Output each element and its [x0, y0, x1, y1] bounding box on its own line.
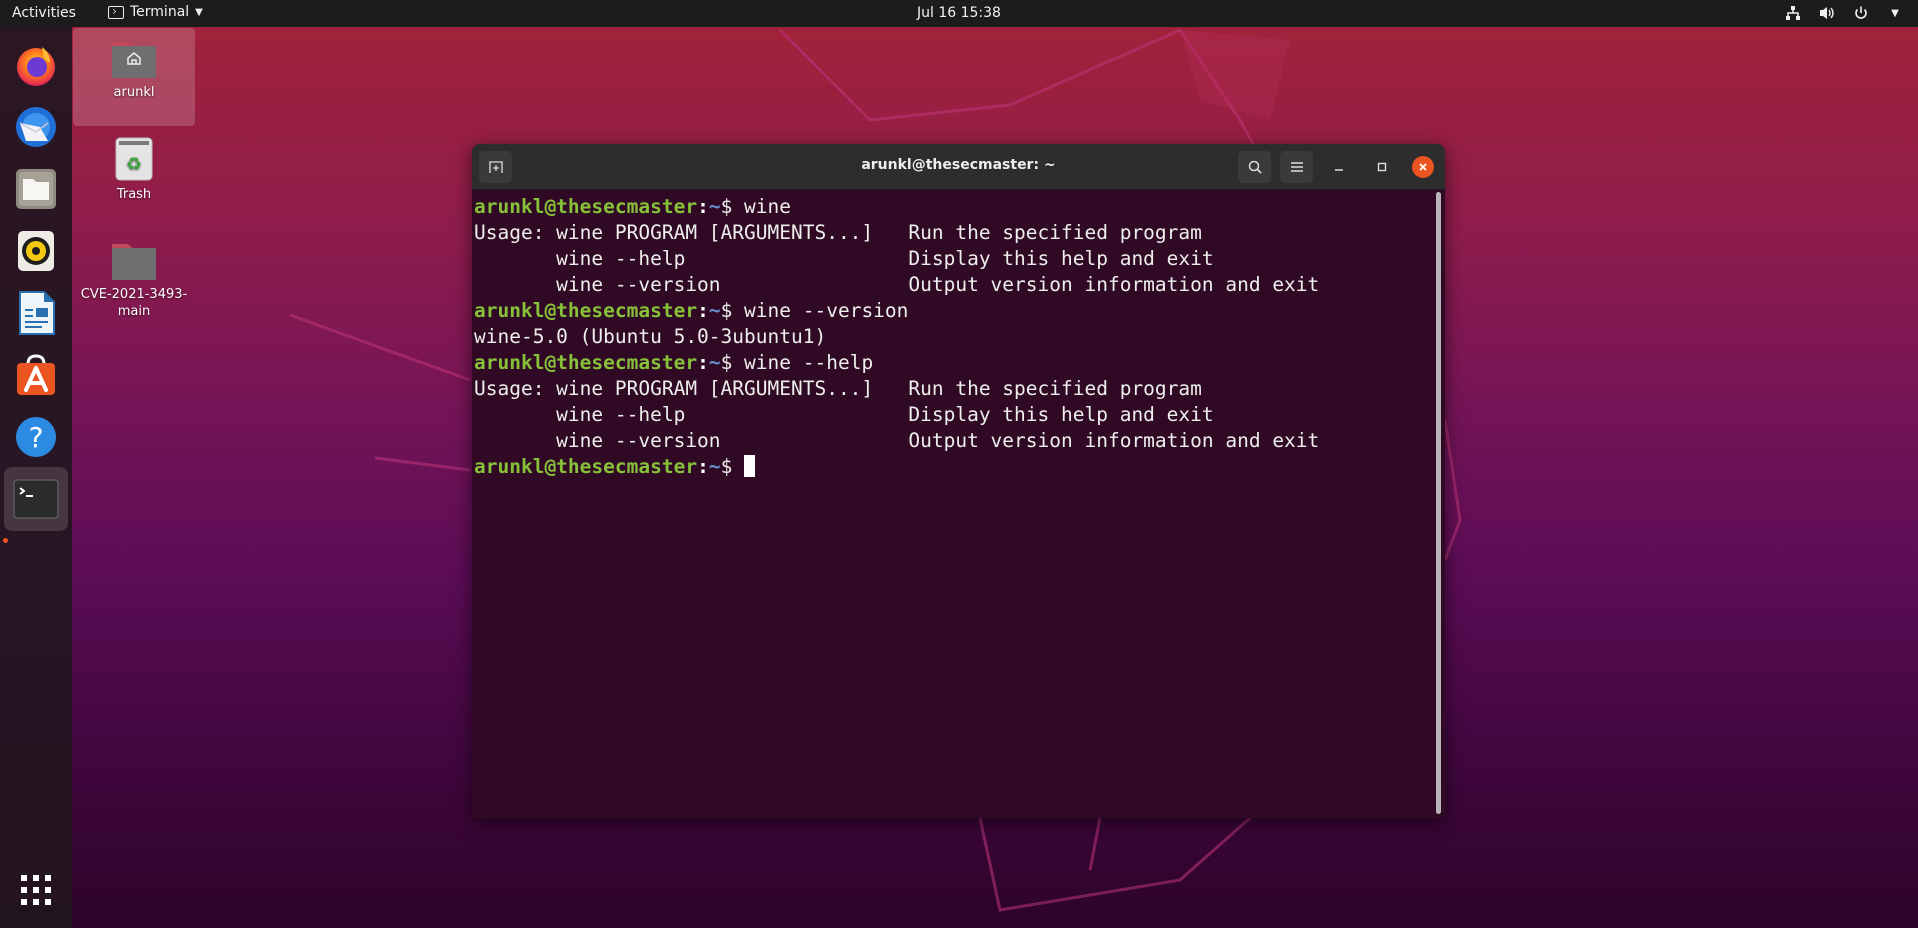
dock-item-software[interactable]: [8, 347, 64, 403]
thunderbird-icon: [16, 107, 56, 147]
trash-icon: ♻: [115, 137, 153, 181]
activities-button[interactable]: Activities: [12, 5, 76, 21]
output-line: wine --help Display this help and exit: [474, 403, 1214, 426]
prompt-directory: ~: [708, 195, 721, 218]
files-icon: [16, 169, 56, 209]
desktop-icon-label: Trash: [116, 187, 152, 202]
dock-item-writer[interactable]: [8, 285, 64, 341]
prompt-colon: :: [697, 299, 709, 322]
terminal-titlebar[interactable]: arunkl@thesecmaster: ~: [472, 144, 1445, 190]
help-icon: ?: [16, 417, 56, 457]
terminal-icon: [13, 479, 59, 519]
desktop-icon-trash[interactable]: ♻ Trash: [73, 134, 195, 203]
writer-icon: [19, 291, 55, 335]
desktop-icon-label: arunkl: [113, 85, 155, 100]
folder-icon: [112, 244, 156, 280]
terminal-body[interactable]: arunkl@thesecmaster:~$ wine Usage: wine …: [472, 190, 1445, 818]
prompt-user-host: arunkl@thesecmaster: [474, 195, 698, 218]
dock-item-help[interactable]: ?: [8, 409, 64, 465]
terminal-window: arunkl@thesecmaster: ~ arunkl@thesecmast…: [472, 144, 1445, 818]
output-line: Usage: wine PROGRAM [ARGUMENTS...] Run t…: [474, 377, 1202, 400]
output-line: wine --help Display this help and exit: [474, 247, 1214, 270]
output-line: wine-5.0 (Ubuntu 5.0-3ubuntu1): [474, 325, 827, 348]
search-button[interactable]: [1238, 151, 1271, 183]
dock-item-firefox[interactable]: [8, 37, 64, 93]
prompt-line-current: arunkl@thesecmaster:~$: [474, 454, 1319, 480]
dock-item-terminal[interactable]: [4, 467, 68, 531]
minimize-button[interactable]: [1327, 155, 1351, 179]
prompt-colon: :: [697, 351, 709, 374]
prompt-colon: :: [697, 455, 709, 478]
terminal-output: arunkl@thesecmaster:~$ wine Usage: wine …: [474, 194, 1319, 480]
software-icon: [17, 354, 55, 395]
terminal-icon: [108, 5, 124, 19]
volume-icon[interactable]: [1818, 4, 1836, 22]
text-cursor: [744, 455, 756, 477]
firefox-icon: [17, 47, 55, 86]
prompt-line: arunkl@thesecmaster:~$ wine --help: [474, 350, 1319, 376]
chevron-down-icon[interactable]: ▼: [1886, 4, 1904, 22]
prompt-colon: :: [697, 195, 709, 218]
network-icon[interactable]: [1784, 4, 1802, 22]
maximize-button[interactable]: [1370, 155, 1394, 179]
app-grid-icon: [21, 875, 51, 905]
show-applications-button[interactable]: [8, 862, 64, 918]
close-icon: [1419, 163, 1427, 171]
hamburger-menu-icon: [1290, 162, 1303, 172]
minimize-icon: [1335, 169, 1343, 171]
dock-item-thunderbird[interactable]: [8, 99, 64, 155]
scrollbar[interactable]: [1436, 192, 1441, 814]
app-menu[interactable]: Terminal ▼: [108, 4, 203, 20]
dock: ?: [0, 27, 72, 928]
app-menu-label: Terminal: [130, 4, 190, 20]
home-folder-icon: [112, 42, 156, 78]
clock[interactable]: Jul 16 15:38: [917, 5, 1001, 21]
prompt-user-host: arunkl@thesecmaster: [474, 299, 698, 322]
dock-item-rhythmbox[interactable]: [8, 223, 64, 279]
prompt-symbol: $: [720, 455, 745, 478]
maximize-icon: [1377, 162, 1387, 172]
power-icon[interactable]: [1852, 4, 1870, 22]
output-line: wine --version Output version informatio…: [474, 429, 1320, 452]
rhythmbox-icon: [18, 231, 54, 271]
new-tab-button[interactable]: [479, 151, 512, 183]
prompt-symbol: $: [720, 195, 745, 218]
running-indicator: [3, 538, 8, 543]
svg-text:♻: ♻: [126, 154, 142, 175]
caret-down-icon: ▼: [195, 6, 203, 18]
prompt-directory: ~: [708, 299, 721, 322]
output-line: wine --version Output version informatio…: [474, 273, 1320, 296]
command-text: wine: [744, 195, 792, 218]
prompt-user-host: arunkl@thesecmaster: [474, 351, 698, 374]
prompt-symbol: $: [720, 351, 745, 374]
desktop-icon-label: CVE-2021-3493- main: [80, 287, 188, 319]
prompt-line: arunkl@thesecmaster:~$ wine --version: [474, 298, 1319, 324]
dock-item-files[interactable]: [8, 161, 64, 217]
prompt-symbol: $: [720, 299, 745, 322]
menu-button[interactable]: [1280, 151, 1313, 183]
command-text: wine --version: [744, 299, 909, 322]
desktop-icon-cve-folder[interactable]: CVE-2021-3493- main: [73, 234, 195, 320]
command-text: wine --help: [744, 351, 874, 374]
prompt-directory: ~: [708, 351, 721, 374]
search-icon: [1248, 160, 1262, 174]
top-bar: Activities Terminal ▼ Jul 16 15:38 ▼: [0, 0, 1918, 27]
system-tray[interactable]: ▼: [1784, 4, 1904, 22]
desktop-icon-home[interactable]: arunkl: [73, 28, 195, 126]
output-line: Usage: wine PROGRAM [ARGUMENTS...] Run t…: [474, 221, 1202, 244]
new-tab-icon: [488, 161, 503, 173]
prompt-directory: ~: [708, 455, 721, 478]
prompt-user-host: arunkl@thesecmaster: [474, 455, 698, 478]
prompt-line: arunkl@thesecmaster:~$ wine: [474, 194, 1319, 220]
svg-text:?: ?: [29, 421, 44, 454]
close-button[interactable]: [1412, 156, 1434, 178]
